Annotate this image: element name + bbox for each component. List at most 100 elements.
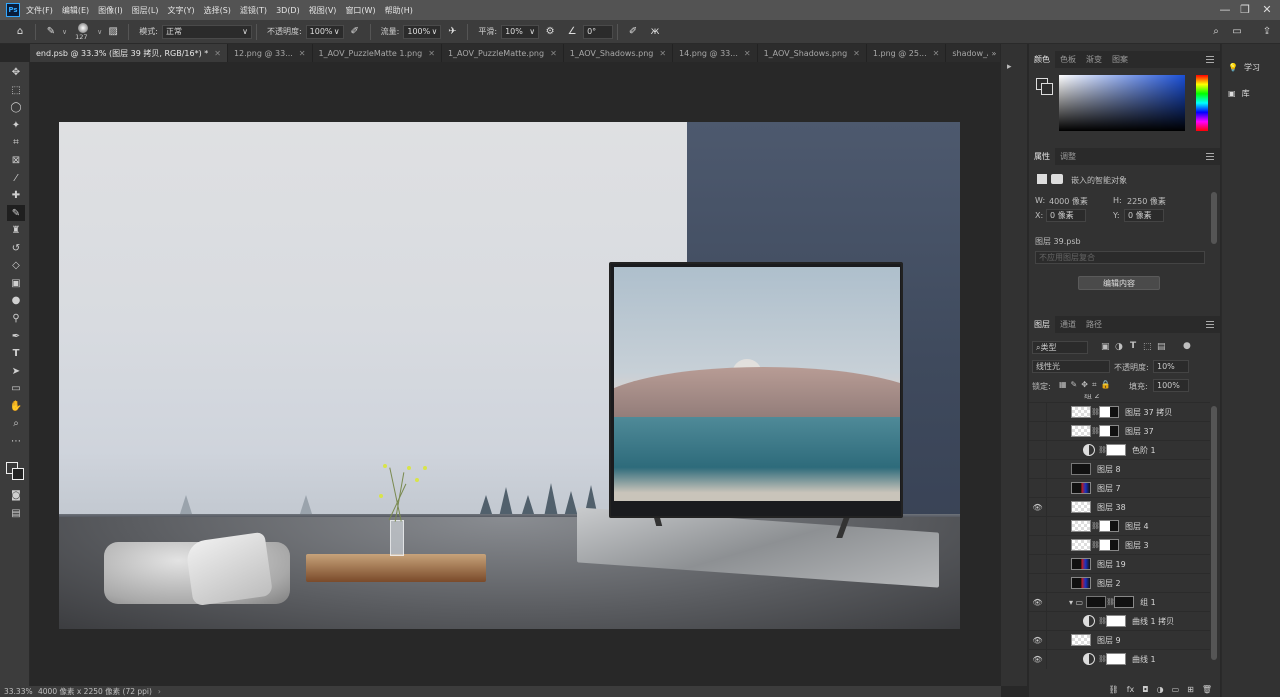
layer-row[interactable]: ⛓ 色阶 1	[1029, 440, 1210, 460]
dropdown-arrow-icon[interactable]: ∨	[62, 28, 67, 36]
tab-shadows-1[interactable]: 1_AOV_Shadows.png ✕	[564, 44, 674, 62]
layer-row-partial[interactable]: 组 2	[1029, 394, 1210, 402]
flow-input[interactable]: 100% ∨	[403, 24, 442, 39]
link-icon[interactable]: ⛓	[1091, 408, 1100, 416]
new-layer-icon[interactable]: ⊞	[1187, 685, 1194, 694]
layer-thumbnail[interactable]	[1071, 634, 1091, 646]
blend-mode-select[interactable]: 线性光	[1032, 360, 1110, 373]
menu-image[interactable]: 图像(I)	[98, 5, 123, 16]
library-panel-button[interactable]: ▣ 库	[1228, 84, 1276, 102]
eye-icon[interactable]: 👁	[1029, 649, 1047, 669]
close-icon[interactable]: ✕	[744, 49, 751, 58]
visibility-toggle[interactable]	[1029, 478, 1047, 498]
tab-properties[interactable]: 属性	[1029, 148, 1055, 165]
tab-1-png[interactable]: 1.png @ 25... ✕	[867, 44, 947, 62]
search-icon[interactable]: ⌕	[1208, 24, 1224, 40]
home-icon[interactable]: ⌂	[12, 24, 28, 40]
menu-help[interactable]: 帮助(H)	[385, 5, 413, 16]
visibility-toggle[interactable]	[1029, 402, 1047, 422]
layer-mask-thumbnail[interactable]	[1106, 615, 1126, 627]
layer-row[interactable]: ⛓ 图层 37 拷贝	[1029, 402, 1210, 422]
visibility-toggle[interactable]	[1029, 554, 1047, 574]
layer-thumbnail[interactable]	[1071, 501, 1091, 513]
tab-gradients[interactable]: 渐变	[1081, 51, 1107, 68]
blur-tool-icon[interactable]: ●	[7, 292, 25, 308]
minimize-icon[interactable]: —	[1217, 2, 1233, 18]
type-tool-icon[interactable]: T	[7, 345, 25, 361]
marquee-tool-icon[interactable]: ⬚	[7, 82, 25, 98]
crop-tool-icon[interactable]: ⌗	[7, 134, 25, 150]
layer-row[interactable]: 图层 7	[1029, 478, 1210, 498]
brush-size-picker[interactable]: 127	[71, 22, 97, 42]
path-selection-tool-icon[interactable]: ➤	[7, 363, 25, 379]
rectangle-tool-icon[interactable]: ▭	[7, 380, 25, 396]
layer-row[interactable]: ⛓ 图层 4	[1029, 516, 1210, 536]
quick-mask-icon[interactable]: ◙	[7, 487, 25, 503]
layer-row[interactable]: ⛓ 曲线 1 拷贝	[1029, 611, 1210, 631]
filter-toggle-icon[interactable]: ●	[1183, 341, 1191, 351]
edit-contents-button[interactable]: 编辑内容	[1078, 276, 1160, 290]
filter-adjustment-icon[interactable]: ◑	[1115, 342, 1123, 352]
lasso-tool-icon[interactable]: ◯	[7, 99, 25, 115]
layer-row[interactable]: 👁 ⛓ 曲线 1	[1029, 649, 1210, 669]
healing-brush-tool-icon[interactable]: ✚	[7, 187, 25, 203]
tab-paths[interactable]: 路径	[1081, 316, 1107, 333]
layer-mask-thumbnail[interactable]	[1106, 444, 1126, 456]
tab-adjustments[interactable]: 调整	[1055, 148, 1081, 165]
dropdown-arrow-icon[interactable]: ∨	[97, 28, 102, 36]
filter-type-icon[interactable]: T	[1130, 341, 1136, 351]
screen-mode-icon[interactable]: ▤	[7, 505, 25, 521]
visibility-toggle[interactable]	[1029, 573, 1047, 593]
eraser-tool-icon[interactable]: ◇	[7, 257, 25, 273]
filter-smart-object-icon[interactable]: ▤	[1157, 342, 1166, 352]
link-icon[interactable]: ⛓	[1091, 522, 1100, 530]
canvas-area[interactable]	[30, 62, 1000, 686]
brush-settings-icon[interactable]: ▨	[105, 24, 121, 40]
tab-patterns[interactable]: 图案	[1107, 51, 1133, 68]
filter-shape-icon[interactable]: ⬚	[1143, 342, 1152, 352]
magic-wand-tool-icon[interactable]: ✦	[7, 117, 25, 133]
gradient-tool-icon[interactable]: ▣	[7, 275, 25, 291]
layer-opacity-input[interactable]: 10%	[1153, 360, 1189, 373]
close-icon[interactable]: ✕	[428, 49, 435, 58]
layer-filter-select[interactable]: ⌕ 类型	[1032, 341, 1088, 354]
visibility-toggle[interactable]	[1029, 535, 1047, 555]
menu-view[interactable]: 视图(V)	[309, 5, 337, 16]
learn-panel-button[interactable]: 💡 学习	[1228, 58, 1276, 76]
dodge-tool-icon[interactable]: ⚲	[7, 310, 25, 326]
more-tools-icon[interactable]: ⋯	[7, 433, 25, 449]
link-icon[interactable]: ⛓	[1106, 598, 1115, 606]
close-icon[interactable]: ✕	[933, 49, 940, 58]
layer-thumbnail[interactable]	[1071, 558, 1091, 570]
background-color-swatch[interactable]	[1041, 83, 1053, 95]
mode-select[interactable]: 正常 ∨	[161, 24, 252, 39]
close-icon[interactable]: ✕	[659, 49, 666, 58]
menu-filter[interactable]: 滤镜(T)	[240, 5, 267, 16]
clone-stamp-tool-icon[interactable]: ♜	[7, 222, 25, 238]
layers-scrollbar[interactable]	[1211, 406, 1217, 660]
color-picker-field[interactable]	[1059, 75, 1185, 131]
share-icon[interactable]: ⇪	[1259, 24, 1275, 40]
tab-layers[interactable]: 图层	[1029, 316, 1055, 333]
layer-thumbnail[interactable]	[1071, 482, 1091, 494]
workspace-icon[interactable]: ▭	[1229, 24, 1245, 40]
filter-pixel-icon[interactable]: ▣	[1101, 342, 1110, 352]
zoom-tool-icon[interactable]: ⌕	[7, 415, 25, 431]
visibility-toggle[interactable]	[1029, 459, 1047, 479]
layer-row[interactable]: 👁 图层 38	[1029, 497, 1210, 517]
smooth-input[interactable]: 10% ∨	[501, 24, 540, 39]
document-info[interactable]: 4000 像素 x 2250 像素 (72 ppi)	[38, 686, 152, 697]
layer-thumbnail[interactable]	[1071, 463, 1091, 475]
visibility-toggle[interactable]	[1029, 516, 1047, 536]
link-icon[interactable]: ⛓	[1109, 685, 1119, 694]
tab-overflow-icon[interactable]: »	[988, 44, 1000, 62]
menu-window[interactable]: 窗口(W)	[345, 5, 375, 16]
menu-type[interactable]: 文字(Y)	[167, 5, 194, 16]
layer-thumbnail[interactable]	[1071, 425, 1091, 437]
height-value[interactable]: 2250 像素	[1127, 196, 1166, 207]
tab-puzzlematte[interactable]: 1_AOV_PuzzleMatte.png ✕	[442, 44, 564, 62]
mask-icon[interactable]	[1051, 174, 1063, 184]
layer-row[interactable]: 👁 ▾ ▭ ⛓ 组 1	[1029, 592, 1210, 612]
menu-layer[interactable]: 图层(L)	[132, 5, 159, 16]
layer-thumbnail[interactable]	[1071, 406, 1091, 418]
